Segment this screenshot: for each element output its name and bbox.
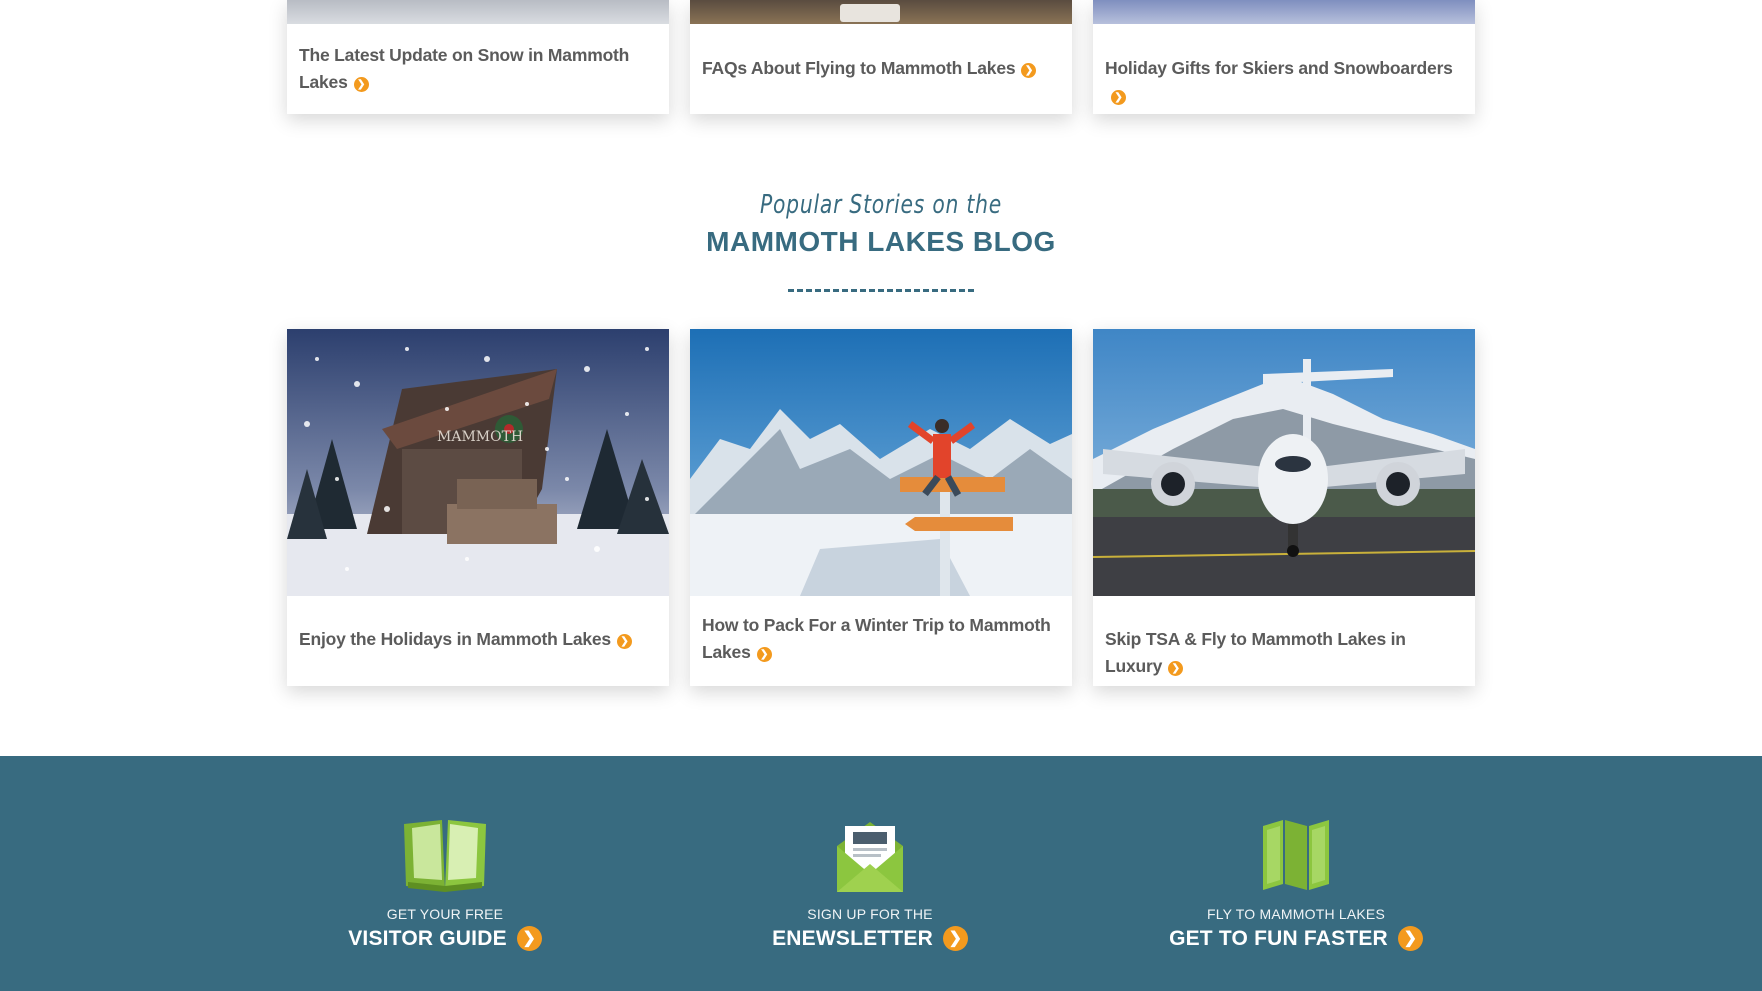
skier-signpost-image[interactable] bbox=[690, 329, 1072, 596]
story-card-title[interactable]: Skip TSA & Fly to Mammoth Lakes in Luxur… bbox=[1105, 626, 1463, 680]
story-card-image[interactable] bbox=[690, 0, 1072, 24]
story-card-title[interactable]: How to Pack For a Winter Trip to Mammoth… bbox=[702, 612, 1060, 666]
story-card[interactable]: The Latest Update on Snow in Mammoth Lak… bbox=[287, 0, 669, 114]
arrow-right-icon[interactable]: ❯ bbox=[616, 634, 632, 649]
arrow-right-icon[interactable]: ❯ bbox=[1021, 63, 1037, 78]
snowy-mammoth-lakes-sign-photo: MAMMOTH bbox=[287, 329, 669, 596]
story-card[interactable]: MAMMOTH Enjoy the Holidays in Mammoth La… bbox=[287, 329, 669, 686]
newsletter-link[interactable]: ENEWSLETTER ❯ bbox=[680, 926, 1060, 951]
fly-small-label: FLY TO MAMMOTH LAKES bbox=[1206, 906, 1385, 922]
story-card[interactable]: How to Pack For a Winter Trip to Mammoth… bbox=[690, 329, 1072, 686]
visitor-guide-small-label: GET YOUR FREE bbox=[386, 906, 504, 922]
story-card[interactable]: Holiday Gifts for Skiers and Snowboarder… bbox=[1093, 0, 1475, 114]
story-card[interactable]: Skip TSA & Fly to Mammoth Lakes in Luxur… bbox=[1093, 329, 1475, 686]
visitor-guide-link[interactable]: VISITOR GUIDE ❯ bbox=[255, 926, 635, 951]
svg-text:MAMMOTH: MAMMOTH bbox=[437, 429, 523, 445]
arrow-right-icon[interactable]: ❯ bbox=[353, 77, 369, 92]
story-card-title[interactable]: FAQs About Flying to Mammoth Lakes ❯ bbox=[702, 55, 1060, 82]
newsletter-small-label: SIGN UP FOR THE bbox=[807, 906, 933, 922]
envelope-icon[interactable] bbox=[835, 816, 905, 899]
story-card-image[interactable] bbox=[1093, 0, 1475, 24]
private-jet-photo bbox=[1093, 329, 1475, 596]
story-card-image[interactable] bbox=[287, 0, 669, 24]
cta-footer: GET YOUR FREE VISITOR GUIDE ❯ SIGN UP FOR… bbox=[0, 756, 1762, 991]
arrow-right-icon[interactable]: ❯ bbox=[756, 647, 772, 662]
snowy-sign-image[interactable]: MAMMOTH bbox=[287, 329, 669, 596]
arrow-right-icon[interactable]: ❯ bbox=[942, 926, 968, 951]
story-card-title[interactable]: Enjoy the Holidays in Mammoth Lakes ❯ bbox=[299, 626, 657, 653]
section-script-heading: Popular Stories on the bbox=[759, 190, 1003, 220]
story-card-title[interactable]: Holiday Gifts for Skiers and Snowboarder… bbox=[1105, 55, 1463, 109]
skier-on-signpost-photo bbox=[690, 329, 1072, 596]
book-icon[interactable] bbox=[400, 818, 490, 897]
arrow-right-icon[interactable]: ❯ bbox=[1168, 661, 1184, 676]
fly-link[interactable]: GET TO FUN FASTER ❯ bbox=[1106, 926, 1486, 951]
map-icon[interactable] bbox=[1261, 818, 1331, 897]
dashed-divider bbox=[788, 289, 974, 292]
arrow-right-icon[interactable]: ❯ bbox=[1397, 926, 1423, 951]
arrow-right-icon[interactable]: ❯ bbox=[516, 926, 542, 951]
jet-image[interactable] bbox=[1093, 329, 1475, 596]
arrow-right-icon[interactable]: ❯ bbox=[1111, 90, 1126, 105]
story-card-title[interactable]: The Latest Update on Snow in Mammoth Lak… bbox=[299, 42, 657, 96]
story-card[interactable]: FAQs About Flying to Mammoth Lakes ❯ bbox=[690, 0, 1072, 114]
section-heading: MAMMOTH LAKES BLOG bbox=[706, 226, 1056, 257]
